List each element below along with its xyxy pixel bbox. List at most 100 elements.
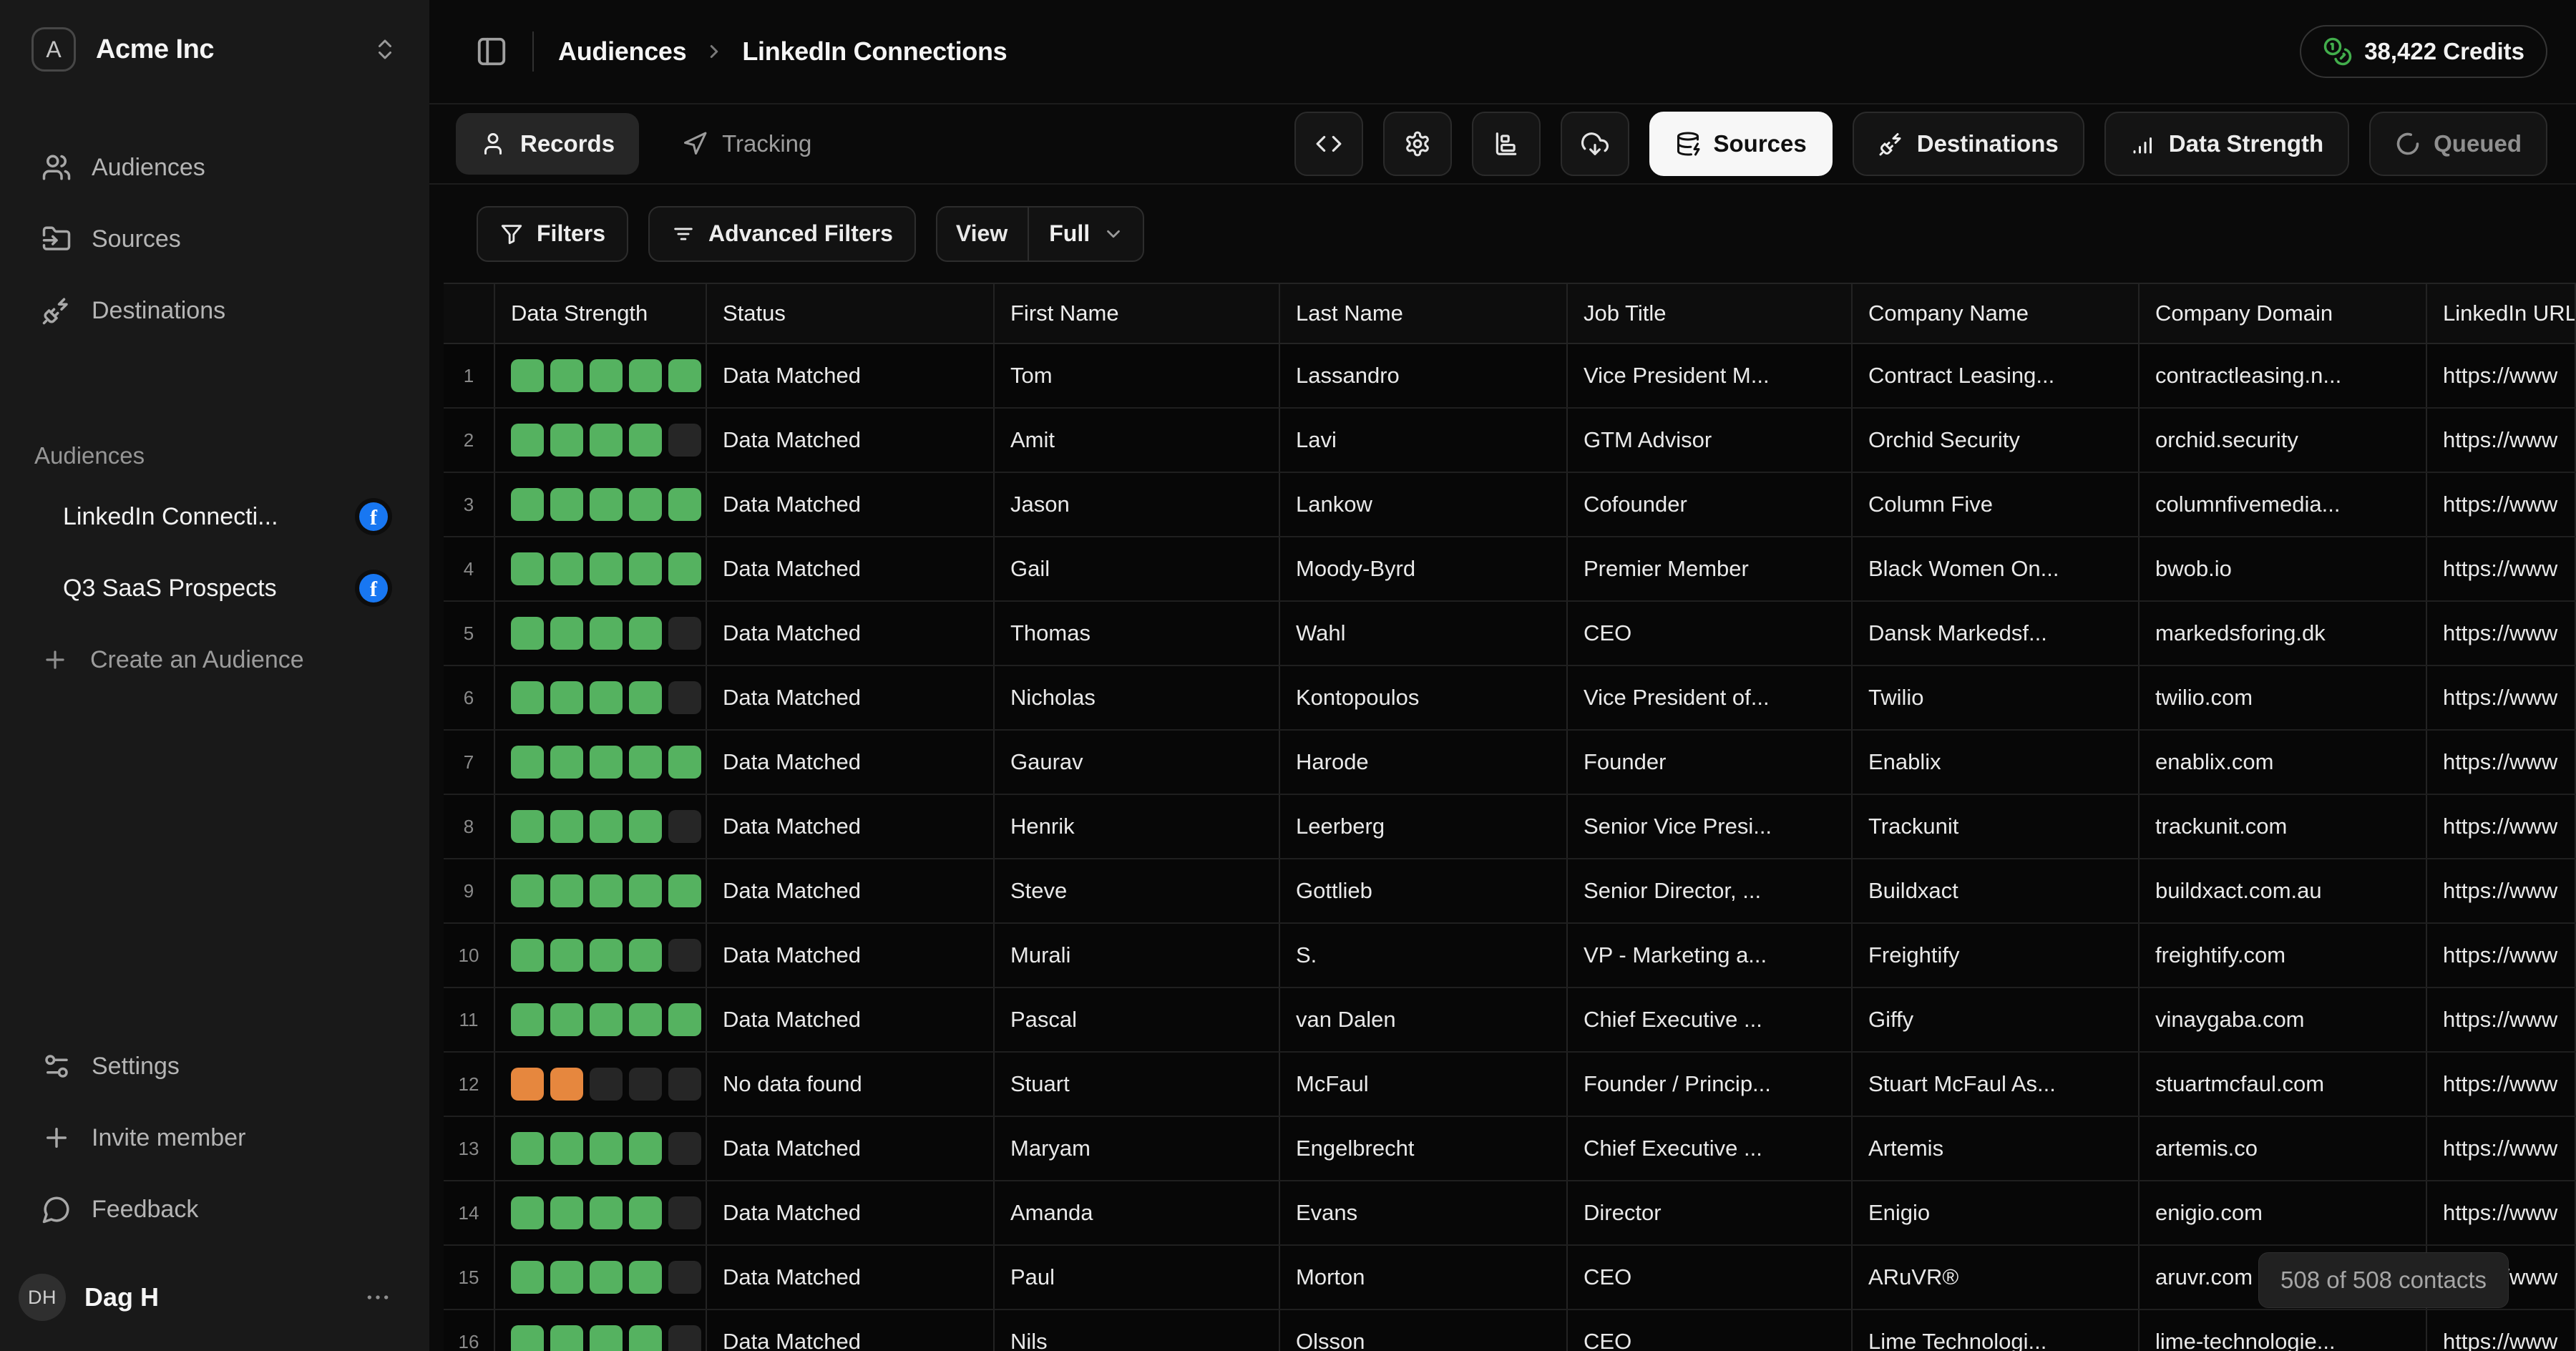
table-row[interactable]: 12 No data found Stuart McFaul Founder /… (444, 1053, 2576, 1117)
chart-button[interactable] (1472, 112, 1541, 176)
strength-bar (550, 359, 583, 392)
data-strength-bars (511, 939, 701, 972)
company-domain-cell: trackunit.com (2140, 795, 2427, 858)
settings-button[interactable] (1383, 112, 1452, 176)
data-strength-bars (511, 874, 701, 907)
data-strength-button[interactable]: Data Strength (2104, 112, 2349, 176)
breadcrumb-audiences[interactable]: Audiences (558, 36, 686, 67)
strength-bar (629, 1003, 662, 1036)
table-row[interactable]: 5 Data Matched Thomas Wahl CEO Dansk Mar… (444, 602, 2576, 666)
strength-bar (629, 552, 662, 585)
sources-button[interactable]: Sources (1649, 112, 1833, 176)
strength-bar (668, 746, 701, 779)
strength-bar (668, 1196, 701, 1229)
strength-bar (511, 1132, 544, 1165)
table-row[interactable]: 4 Data Matched Gail Moody-Byrd Premier M… (444, 537, 2576, 602)
view-selector[interactable]: View Full (936, 206, 1144, 262)
column-header-last-name[interactable]: Last Name (1280, 284, 1568, 343)
create-audience-label: Create an Audience (90, 646, 304, 674)
data-strength-bars (511, 1003, 701, 1036)
table-row[interactable]: 9 Data Matched Steve Gottlieb Senior Dir… (444, 859, 2576, 924)
filters-button[interactable]: Filters (477, 206, 628, 262)
company-name-cell: Column Five (1853, 473, 2140, 536)
workspace-name: Acme Inc (96, 34, 372, 65)
table-row[interactable]: 15 Data Matched Paul Morton CEO ARuVR® a… (444, 1246, 2576, 1310)
job-title-cell: Senior Vice Presi... (1568, 795, 1853, 858)
job-title-cell: VP - Marketing a... (1568, 924, 1853, 987)
audience-item-q3-saas-prospects[interactable]: Q3 SaaS Prospects f (0, 552, 429, 624)
chevrons-up-down-icon[interactable] (372, 36, 398, 62)
queued-button[interactable]: Queued (2369, 112, 2547, 176)
tab-records[interactable]: Records (456, 113, 639, 175)
strength-bar (511, 424, 544, 457)
row-number: 6 (444, 666, 495, 729)
column-header-job-title[interactable]: Job Title (1568, 284, 1853, 343)
table-row[interactable]: 3 Data Matched Jason Lankow Cofounder Co… (444, 473, 2576, 537)
column-header-data-strength[interactable]: Data Strength (495, 284, 707, 343)
data-strength-bars (511, 1325, 701, 1351)
create-audience-button[interactable]: Create an Audience (0, 624, 429, 696)
company-name-cell: Orchid Security (1853, 409, 2140, 472)
sidebar-item-settings[interactable]: Settings (0, 1030, 429, 1102)
table-row[interactable]: 2 Data Matched Amit Lavi GTM Advisor Orc… (444, 409, 2576, 473)
tab-label: Tracking (722, 130, 811, 157)
table-row[interactable]: 1 Data Matched Tom Lassandro Vice Presid… (444, 344, 2576, 409)
sidebar-item-sources[interactable]: Sources (0, 203, 429, 275)
destinations-button[interactable]: Destinations (1853, 112, 2084, 176)
column-header-company-name[interactable]: Company Name (1853, 284, 2140, 343)
strength-bar (629, 1325, 662, 1351)
table-row[interactable]: 11 Data Matched Pascal van Dalen Chief E… (444, 988, 2576, 1053)
credits-badge[interactable]: 38,422 Credits (2300, 25, 2547, 78)
data-strength-bars (511, 359, 701, 392)
table-row[interactable]: 13 Data Matched Maryam Engelbrecht Chief… (444, 1117, 2576, 1181)
tab-tracking[interactable]: Tracking (658, 113, 836, 175)
company-name-cell: Enigio (1853, 1181, 2140, 1244)
linkedin-url-cell: https://www (2427, 795, 2576, 858)
audience-list: LinkedIn Connecti... f Q3 SaaS Prospects… (0, 481, 429, 696)
company-domain-cell: enigio.com (2140, 1181, 2427, 1244)
row-number: 5 (444, 602, 495, 665)
table-row[interactable]: 14 Data Matched Amanda Evans Director En… (444, 1181, 2576, 1246)
user-menu[interactable]: DH Dag H (0, 1258, 429, 1337)
advanced-filters-button[interactable]: Advanced Filters (648, 206, 916, 262)
column-header-linkedin-url[interactable]: LinkedIn URL (2427, 284, 2576, 343)
workspace-switcher[interactable]: A Acme Inc (0, 0, 429, 72)
strength-bar (550, 1261, 583, 1294)
audience-item-linkedin-connections[interactable]: LinkedIn Connecti... f (0, 481, 429, 552)
strength-bar (590, 681, 623, 714)
linkedin-url-cell: https://www (2427, 1181, 2576, 1244)
last-name-cell: Kontopoulos (1280, 666, 1568, 729)
table-row[interactable]: 16 Data Matched Nils Olsson CEO Lime Tec… (444, 1310, 2576, 1351)
first-name-cell: Gail (995, 537, 1280, 600)
strength-bar (550, 617, 583, 650)
strength-bar (550, 1325, 583, 1351)
column-header-company-domain[interactable]: Company Domain (2140, 284, 2427, 343)
ellipsis-icon[interactable] (364, 1283, 392, 1312)
first-name-cell: Tom (995, 344, 1280, 407)
strength-bar (590, 552, 623, 585)
sidebar-item-feedback[interactable]: Feedback (0, 1174, 429, 1245)
table-row[interactable]: 6 Data Matched Nicholas Kontopoulos Vice… (444, 666, 2576, 731)
cloud-download-button[interactable] (1561, 112, 1629, 176)
view-value: Full (1049, 220, 1090, 247)
sidebar-item-invite-member[interactable]: Invite member (0, 1102, 429, 1174)
table-row[interactable]: 8 Data Matched Henrik Leerberg Senior Vi… (444, 795, 2576, 859)
first-name-cell: Steve (995, 859, 1280, 922)
linkedin-url-cell: https://www (2427, 988, 2576, 1051)
sidebar-item-destinations[interactable]: Destinations (0, 275, 429, 346)
table-row[interactable]: 10 Data Matched Murali S. VP - Marketing… (444, 924, 2576, 988)
data-strength-cell (495, 1246, 707, 1309)
topbar: Audiences LinkedIn Connections 38,422 Cr… (429, 0, 2576, 104)
job-title-cell: Director (1568, 1181, 1853, 1244)
company-domain-cell: vinaygaba.com (2140, 988, 2427, 1051)
code-button[interactable] (1294, 112, 1363, 176)
sidebar-item-audiences[interactable]: Audiences (0, 132, 429, 203)
sidebar-toggle-icon[interactable] (475, 35, 508, 68)
column-header-first-name[interactable]: First Name (995, 284, 1280, 343)
linkedin-url-cell: https://www (2427, 1310, 2576, 1351)
column-header-status[interactable]: Status (707, 284, 995, 343)
app: A Acme Inc Audiences Sources (0, 0, 2576, 1351)
table-row[interactable]: 7 Data Matched Gaurav Harode Founder Ena… (444, 731, 2576, 795)
last-name-cell: S. (1280, 924, 1568, 987)
strength-bar (629, 1261, 662, 1294)
